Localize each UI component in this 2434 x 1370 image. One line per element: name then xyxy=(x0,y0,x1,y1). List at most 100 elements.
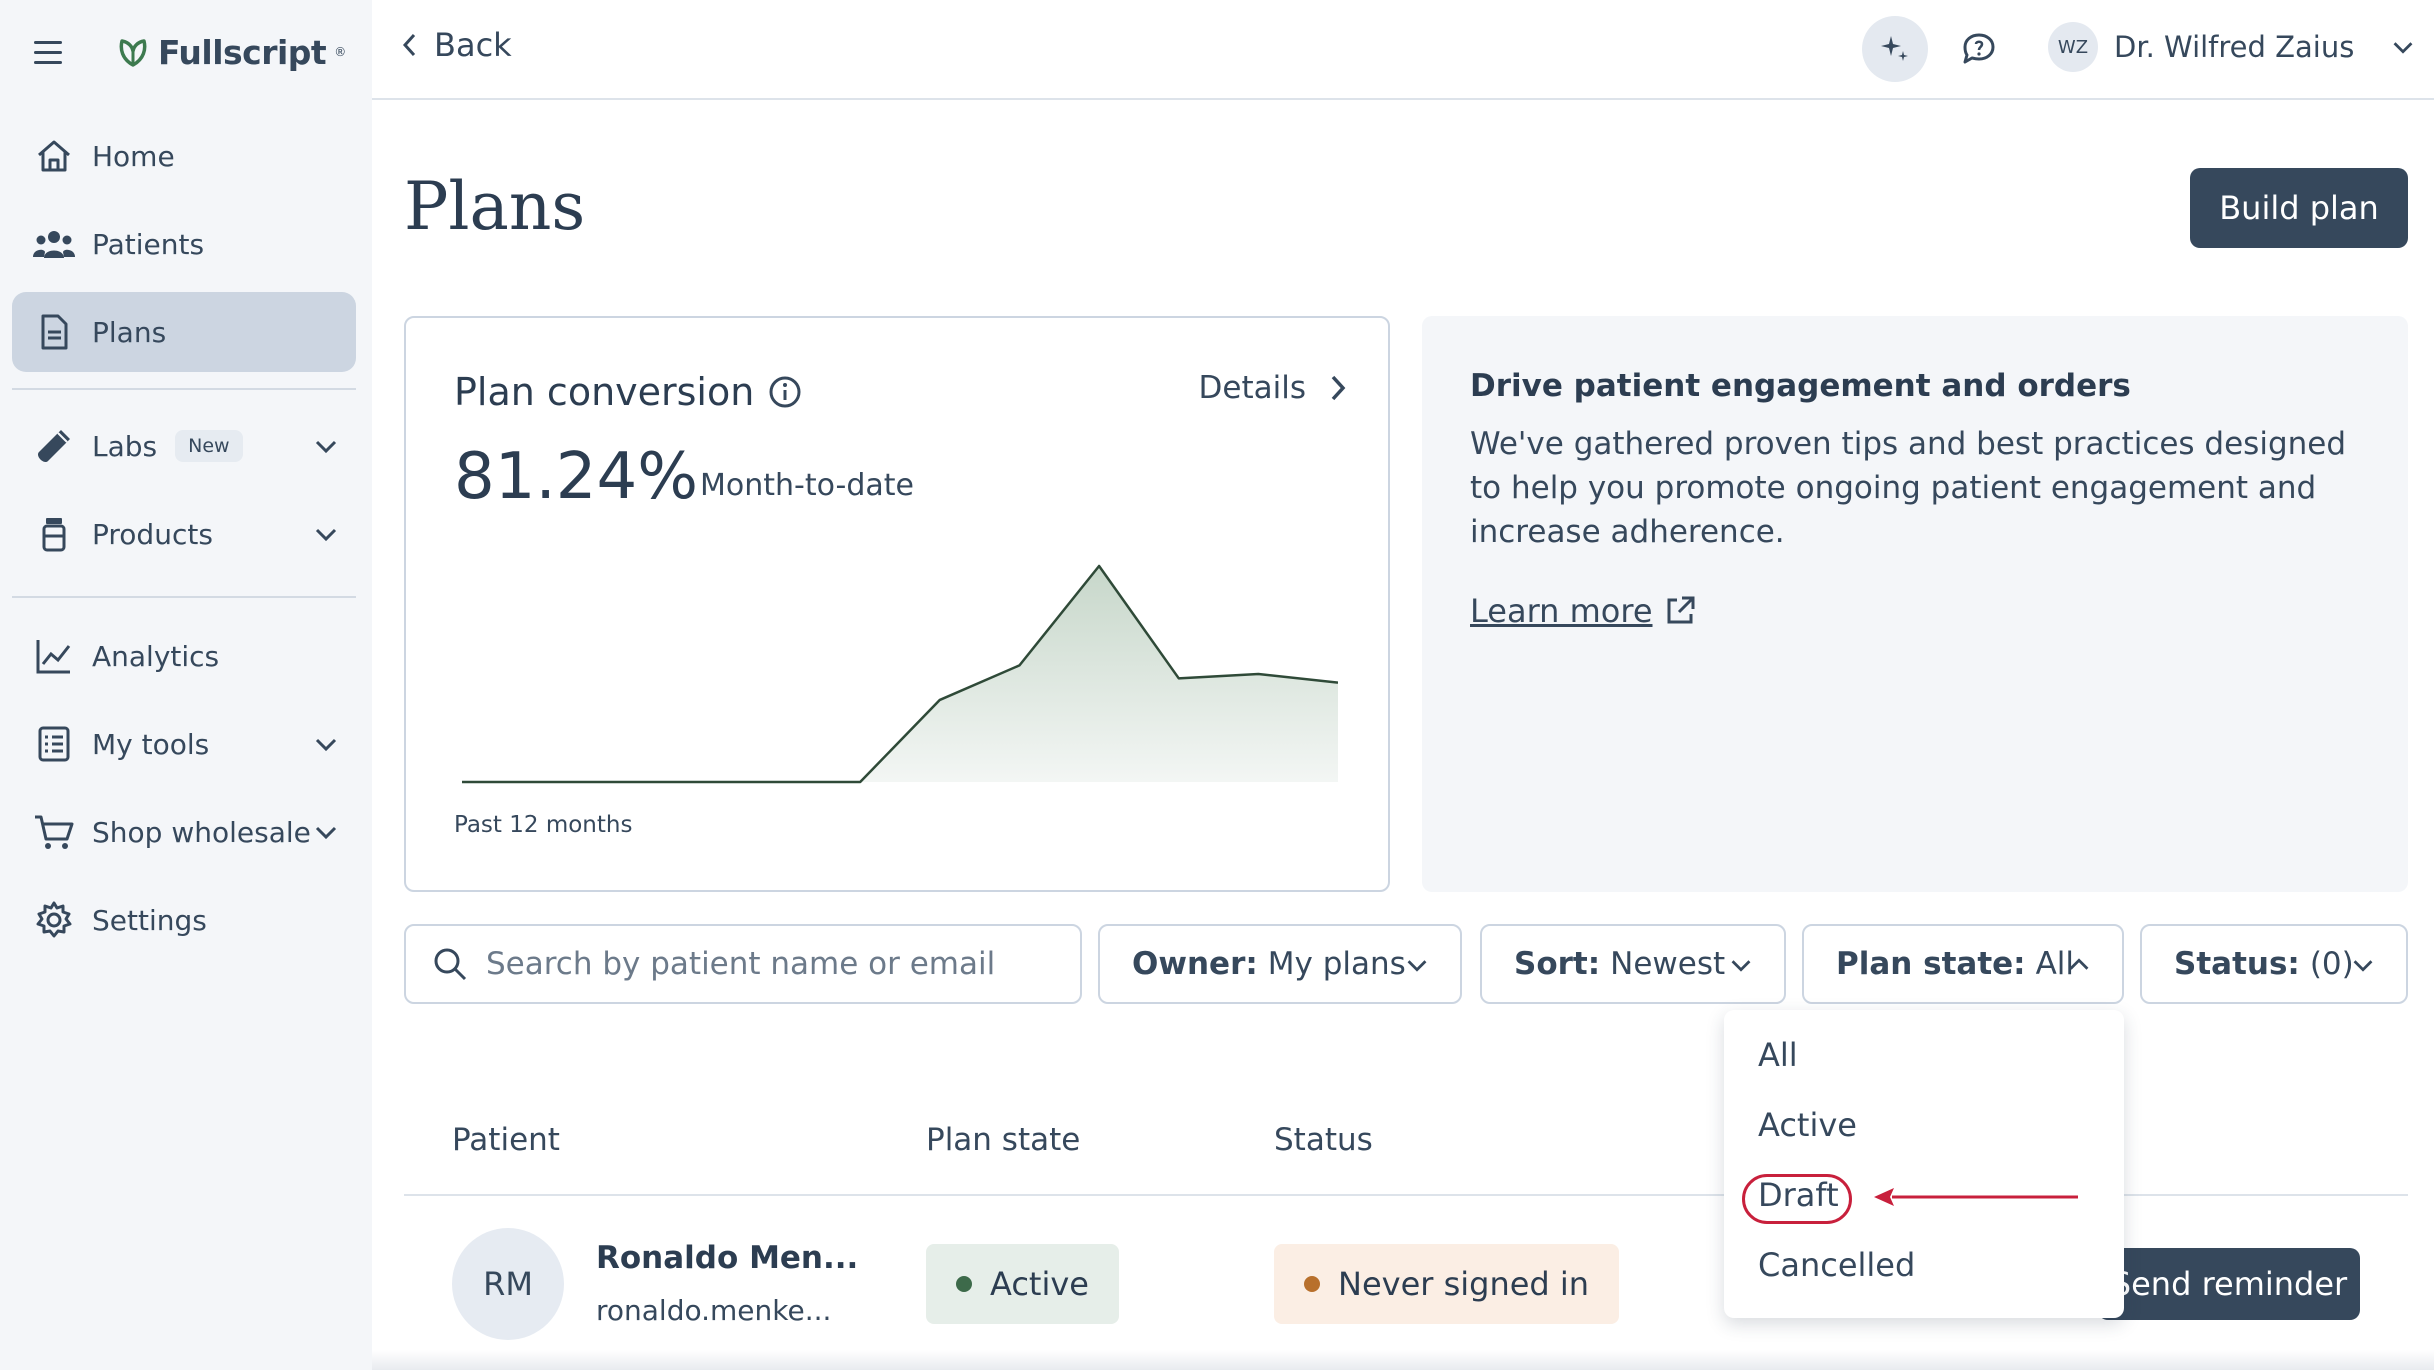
user-name: Dr. Wilfred Zaius xyxy=(2114,30,2355,64)
conversion-period: Month-to-date xyxy=(700,468,914,503)
engagement-heading: Drive patient engagement and orders xyxy=(1470,368,2131,404)
send-reminder-button[interactable]: Send reminder xyxy=(2098,1248,2360,1320)
user-menu[interactable]: WZ Dr. Wilfred Zaius xyxy=(2048,22,2418,72)
learn-more-link[interactable]: Learn more xyxy=(1470,592,1697,630)
home-icon xyxy=(32,134,76,178)
conversion-chart xyxy=(462,564,1338,784)
draft-highlight-ring xyxy=(1742,1174,1852,1224)
sort-filter-value: Newest xyxy=(1610,946,1726,982)
learn-more-label: Learn more xyxy=(1470,592,1653,630)
annotation-arrow xyxy=(1874,1188,2078,1206)
status-dot xyxy=(1304,1276,1320,1292)
brand-logo[interactable]: Fullscript ® xyxy=(116,33,346,72)
plan-state-option-active[interactable]: Active xyxy=(1758,1106,1857,1144)
sidebar-item-plans[interactable]: Plans xyxy=(12,292,356,372)
brand-mark: ® xyxy=(334,45,346,59)
chevron-down-icon[interactable] xyxy=(310,518,342,550)
gear-icon xyxy=(32,898,76,942)
plan-state-option-all[interactable]: All xyxy=(1758,1036,1798,1074)
search-box[interactable] xyxy=(404,924,1082,1004)
sidebar-item-analytics[interactable]: Analytics xyxy=(12,616,356,696)
conversion-value: 81.24% xyxy=(454,440,699,514)
sidebar: Fullscript ® Home Patients Plans Labs New… xyxy=(0,0,372,1370)
sidebar-item-my-tools[interactable]: My tools xyxy=(12,704,356,784)
sidebar-item-label: My tools xyxy=(92,727,210,761)
sidebar-item-label: Products xyxy=(92,517,213,551)
sidebar-item-label: Home xyxy=(92,139,175,173)
sparkle-icon xyxy=(1881,36,1908,61)
document-icon xyxy=(32,310,76,354)
back-label: Back xyxy=(434,26,512,64)
menu-icon[interactable] xyxy=(34,28,68,76)
status-text: Never signed in xyxy=(1338,1265,1590,1303)
chevron-down-icon[interactable] xyxy=(310,430,342,462)
chevron-right-icon xyxy=(1331,375,1346,401)
sidebar-item-shop-wholesale[interactable]: Shop wholesale xyxy=(12,792,356,872)
column-header-plan-state[interactable]: Plan state xyxy=(926,1122,1080,1158)
scroll-shadow xyxy=(372,1350,2434,1370)
status-dot xyxy=(956,1276,972,1292)
back-link[interactable]: Back xyxy=(400,26,512,64)
line-chart-icon xyxy=(32,634,76,678)
column-header-patient[interactable]: Patient xyxy=(452,1122,560,1158)
sidebar-item-label: Labs xyxy=(92,429,158,463)
plan-state-badge: Active xyxy=(926,1244,1119,1324)
sidebar-item-label: Plans xyxy=(92,315,167,349)
owner-filter[interactable]: Owner: My plans xyxy=(1098,924,1462,1004)
info-icon[interactable] xyxy=(768,375,802,409)
checklist-icon xyxy=(32,722,76,766)
status-filter-key: Status: xyxy=(2174,946,2300,982)
sort-filter[interactable]: Sort: Newest xyxy=(1480,924,1786,1004)
chevron-left-icon xyxy=(402,33,416,57)
chevron-down-icon[interactable] xyxy=(310,816,342,848)
sidebar-item-label: Analytics xyxy=(92,639,220,673)
sidebar-divider xyxy=(12,388,356,390)
chevron-up-icon xyxy=(2069,958,2089,970)
chevron-down-icon xyxy=(1731,960,1751,972)
details-label: Details xyxy=(1198,370,1306,406)
plan-state-dropdown: All Active Draft Cancelled xyxy=(1724,1010,2124,1318)
plan-state-filter[interactable]: Plan state: All xyxy=(1802,924,2124,1004)
chart-area-fill xyxy=(462,566,1338,782)
sparkle-button[interactable] xyxy=(1862,16,1928,82)
column-header-status[interactable]: Status xyxy=(1274,1122,1373,1158)
logo-row: Fullscript ® xyxy=(34,28,346,76)
sidebar-item-products[interactable]: Products xyxy=(12,494,356,574)
details-link[interactable]: Details xyxy=(1199,370,1348,406)
owner-filter-value: My plans xyxy=(1267,946,1406,982)
chevron-down-icon xyxy=(2353,960,2373,972)
page-title: Plans xyxy=(404,168,586,245)
status-badge: Never signed in xyxy=(1274,1244,1620,1324)
cart-icon xyxy=(32,810,76,854)
chevron-down-icon xyxy=(1407,960,1427,972)
search-icon xyxy=(434,948,467,981)
external-link-icon xyxy=(1667,596,1694,624)
sidebar-item-settings[interactable]: Settings xyxy=(12,880,356,960)
card-title: Plan conversion xyxy=(454,370,802,414)
bottle-icon xyxy=(32,512,76,556)
leaf-logo-icon xyxy=(119,39,147,67)
chevron-down-icon xyxy=(2393,42,2413,54)
sidebar-item-labs[interactable]: Labs New xyxy=(12,406,356,486)
search-input[interactable] xyxy=(486,946,1046,982)
engagement-body: We've gathered proven tips and best prac… xyxy=(1470,426,2347,550)
sidebar-item-label: Settings xyxy=(92,903,207,937)
sidebar-divider xyxy=(12,596,356,598)
patient-name[interactable]: Ronaldo Men... xyxy=(596,1240,858,1276)
plan-conversion-card: Plan conversion Details 81.24% Month-to-… xyxy=(404,316,1390,892)
engagement-panel: Drive patient engagement and orders We'v… xyxy=(1422,316,2408,892)
sidebar-item-home[interactable]: Home xyxy=(12,116,356,196)
patient-avatar: RM xyxy=(452,1228,564,1340)
users-icon xyxy=(32,222,76,266)
build-plan-button[interactable]: Build plan xyxy=(2190,168,2408,248)
sidebar-item-label: Patients xyxy=(92,227,205,261)
card-title-text: Plan conversion xyxy=(454,370,755,414)
sidebar-item-patients[interactable]: Patients xyxy=(12,204,356,284)
plan-state-option-cancelled[interactable]: Cancelled xyxy=(1758,1246,1915,1284)
test-tube-icon xyxy=(32,424,76,468)
chat-button[interactable] xyxy=(1946,16,2012,82)
patient-email: ronaldo.menke... xyxy=(596,1294,832,1327)
chart-period-label: Past 12 months xyxy=(454,812,633,838)
chevron-down-icon[interactable] xyxy=(310,728,342,760)
status-filter[interactable]: Status: (0) xyxy=(2140,924,2408,1004)
